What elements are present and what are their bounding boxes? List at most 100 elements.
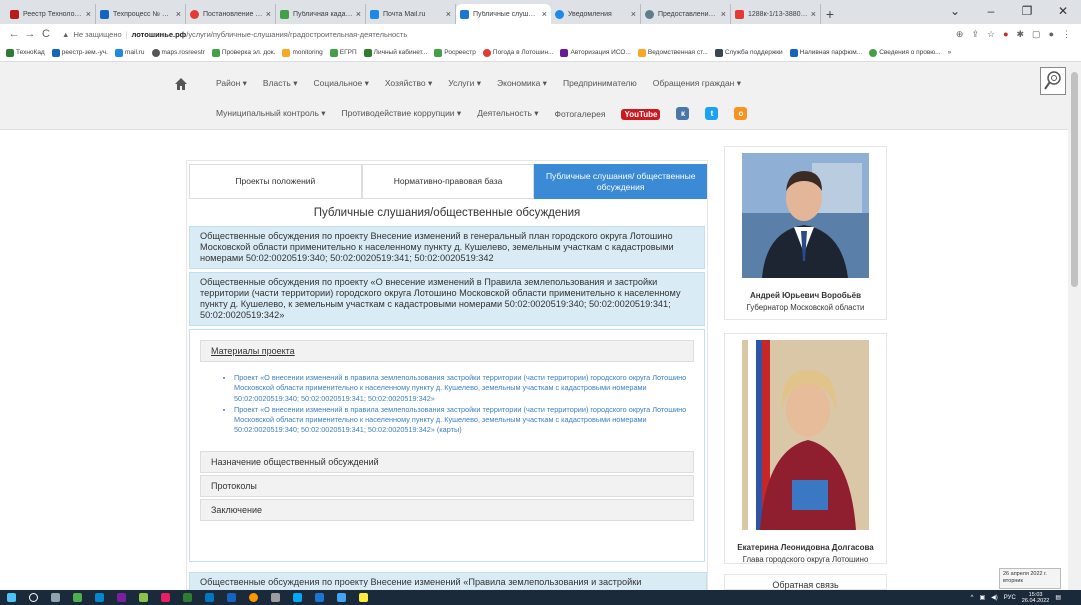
bookmark[interactable]: Авторизация ИСО... [560, 48, 631, 57]
taskbar-app-icon[interactable] [133, 592, 153, 603]
close-icon[interactable]: × [266, 9, 271, 19]
browser-tab[interactable]: Техпроцесс № P001 × [96, 4, 186, 24]
close-icon[interactable]: × [86, 9, 91, 19]
network-icon[interactable]: ▣ [979, 594, 985, 601]
close-icon[interactable]: × [631, 9, 636, 19]
close-icon[interactable]: × [446, 9, 451, 19]
taskbar-app-icon[interactable] [309, 592, 329, 603]
reload-icon[interactable]: C [38, 28, 54, 40]
close-icon[interactable]: × [811, 9, 816, 19]
browser-tab[interactable]: Публичная кадастро× [276, 4, 366, 24]
language-indicator[interactable]: РУС [1004, 595, 1016, 601]
accordion-item-open[interactable]: Общественные обсуждения по проекту «О вн… [189, 272, 705, 326]
bookmark[interactable]: ТехноКад [6, 48, 45, 57]
sidepanel-icon[interactable]: ▢ [1032, 29, 1041, 40]
bookmark[interactable]: Сведения о провю... [869, 48, 941, 57]
bookmark[interactable]: mail.ru [115, 48, 145, 57]
bookmark[interactable]: maps.rosreestr [151, 48, 205, 57]
tab-public-hearings[interactable]: Публичные слушания/ общественные обсужде… [534, 164, 708, 199]
nav-item[interactable]: Фотогалерея [547, 109, 614, 119]
browser-tab[interactable]: Уведомления × [551, 4, 641, 24]
bookmark[interactable]: Проверка эл. док. [211, 48, 275, 57]
tab-search-icon[interactable]: ⌄ [937, 0, 973, 24]
url-field[interactable]: ▲ Не защищено | лотошинье.рф /услуги/пуб… [62, 26, 956, 42]
browser-tab[interactable]: 1288к-1/13-3880 | 3 × [731, 4, 821, 24]
tab-project-provisions[interactable]: Проекты положений [189, 164, 362, 199]
maximize-icon[interactable]: ❐ [1009, 0, 1045, 24]
tab-legal-base[interactable]: Нормативно-правовая база [361, 164, 535, 199]
vk-link[interactable]: к [668, 107, 697, 120]
feedback-card[interactable]: Обратная связь [724, 574, 887, 590]
star-icon[interactable]: ☆ [987, 29, 995, 40]
sub-accordion-appointment[interactable]: Назначение общественный обсуждений [200, 450, 694, 473]
page-scrollbar[interactable] [1068, 62, 1081, 590]
close-window-icon[interactable]: ✕ [1045, 0, 1081, 24]
twitter-link[interactable]: t [697, 107, 726, 120]
menu-icon[interactable]: ⋮ [1062, 29, 1071, 40]
nav-item[interactable]: Обращения граждан ▾ [645, 78, 749, 89]
share-icon[interactable]: ⇪ [971, 29, 979, 40]
close-icon[interactable]: × [176, 9, 181, 19]
browser-tab-active[interactable]: Публичные слушани × [456, 4, 551, 24]
clock[interactable]: 15:03 26.04.2022 [1022, 592, 1050, 604]
puzzle-icon[interactable]: ✱ [1017, 29, 1025, 40]
nav-item[interactable]: Предпринимателю [555, 78, 645, 89]
home-icon[interactable] [174, 77, 188, 91]
close-icon[interactable]: × [721, 9, 726, 19]
taskbar-app-icon[interactable] [67, 592, 87, 603]
more-bookmarks-icon[interactable]: » [948, 49, 952, 56]
bookmark[interactable]: Служба поддержки [714, 48, 783, 57]
taskbar-app-icon[interactable] [353, 592, 373, 603]
bookmark[interactable]: Личный кабинет... [363, 48, 427, 57]
bookmark[interactable]: ЕГРП [329, 48, 357, 57]
browser-tab[interactable]: Реестр Технологичес× [6, 4, 96, 24]
youtube-link[interactable]: YouTube [613, 108, 668, 120]
bookmark[interactable]: Росреестр [434, 48, 476, 57]
notifications-icon[interactable]: ▤ [1055, 594, 1061, 601]
sub-accordion-conclusion[interactable]: Заключение [200, 498, 694, 521]
browser-tab[interactable]: Предоставление све× [641, 4, 731, 24]
zoom-icon[interactable]: ⊕ [956, 29, 964, 40]
extension-icon[interactable]: ● [1003, 29, 1008, 40]
browser-tab[interactable]: Почта Mail.ru × [366, 4, 456, 24]
scrollbar-thumb[interactable] [1071, 72, 1078, 287]
document-link[interactable]: Проект «О внесении изменений в правила з… [234, 373, 694, 404]
taskbar-app-icon[interactable] [177, 592, 197, 603]
back-icon[interactable]: ← [6, 28, 22, 40]
accordion-item[interactable]: Общественные обсуждения по проекту Внесе… [189, 226, 705, 269]
nav-item[interactable]: Противодействие коррупции ▾ [334, 108, 470, 119]
taskbar-app-icon[interactable] [111, 592, 131, 603]
taskbar-app-icon[interactable] [155, 592, 175, 603]
nav-item[interactable]: Район ▾ [208, 78, 255, 89]
tray-arrow-icon[interactable]: ^ [971, 595, 974, 601]
start-button[interactable] [1, 592, 21, 603]
bookmark[interactable]: Ведомственная ст... [637, 48, 708, 57]
minimize-icon[interactable]: – [973, 0, 1009, 24]
nav-item[interactable]: Экономика ▾ [489, 78, 555, 89]
accessibility-magnifier-button[interactable] [1040, 67, 1066, 95]
forward-icon[interactable]: → [22, 28, 38, 40]
taskbar-app-icon[interactable] [89, 592, 109, 603]
materials-heading[interactable]: Материалы проекта [200, 340, 694, 362]
security-label[interactable]: Не защищено [73, 30, 121, 39]
search-icon[interactable] [23, 592, 43, 603]
taskbar-app-icon[interactable] [243, 592, 263, 603]
taskbar-app-icon[interactable] [287, 592, 307, 603]
close-icon[interactable]: × [542, 9, 547, 19]
bookmark[interactable]: Наливная парфюм... [789, 48, 862, 57]
ok-link[interactable]: о [726, 107, 755, 120]
document-link[interactable]: Проект «О внесении изменений в правила з… [234, 405, 694, 436]
volume-icon[interactable]: ◀) [991, 594, 998, 601]
new-tab-button[interactable]: + [821, 4, 839, 24]
nav-item[interactable]: Власть ▾ [255, 78, 306, 89]
bookmark[interactable]: реестр-зем.-уч. [51, 48, 108, 57]
profile-icon[interactable]: ● [1049, 29, 1054, 40]
sub-accordion-protocols[interactable]: Протоколы [200, 474, 694, 497]
taskbar-app-icon[interactable] [265, 592, 285, 603]
nav-item[interactable]: Муниципальный контроль ▾ [208, 108, 334, 119]
browser-tab[interactable]: Постановление Пра × [186, 4, 276, 24]
taskbar-app-icon[interactable] [331, 592, 351, 603]
nav-item[interactable]: Хозяйство ▾ [377, 78, 440, 89]
bookmark[interactable]: Погода в Лотошин... [482, 48, 553, 57]
nav-item[interactable]: Услуги ▾ [440, 78, 489, 89]
